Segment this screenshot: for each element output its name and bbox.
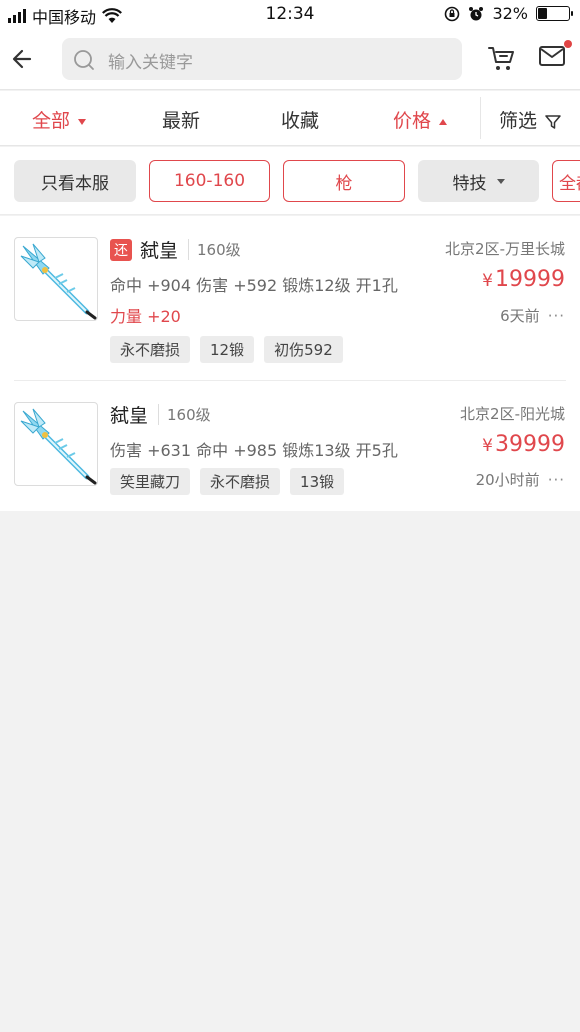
mail-icon [539, 46, 565, 66]
tag: 初伤592 [264, 336, 343, 363]
tab-favorites[interactable]: 收藏 [281, 106, 319, 133]
item-attributes: 伤害 +631 命中 +985 锻炼13级 开5孔 [110, 441, 398, 460]
item-tags: 永不磨损 12锻 初伤592 [110, 336, 343, 363]
chip-all[interactable]: 全都 [552, 160, 580, 202]
search-icon [74, 50, 94, 70]
cart-icon[interactable] [486, 43, 516, 73]
more-icon[interactable]: ··· [548, 471, 565, 489]
item-attributes: 命中 +904 伤害 +592 锻炼12级 开1孔 [110, 276, 398, 295]
item-tags: 笑里藏刀 永不磨损 13锻 [110, 468, 345, 495]
item-posted-time: 20小时前 [475, 471, 540, 489]
back-arrow-icon[interactable] [10, 44, 40, 74]
list-item[interactable]: 弑皇 160级 伤害 +631 命中 +985 锻炼13级 开5孔 笑里藏刀 永… [0, 381, 580, 511]
tab-price[interactable]: 价格 [393, 106, 448, 133]
search-input[interactable]: 输入关键字 [62, 38, 462, 80]
tag: 13锻 [290, 468, 345, 495]
chip-this-server-only[interactable]: 只看本服 [14, 160, 136, 202]
item-level: 160级 [188, 239, 241, 260]
item-price: ¥39999 [482, 432, 565, 457]
list-item[interactable]: 还 弑皇 160级 命中 +904 伤害 +592 锻炼12级 开1孔 力量 +… [0, 216, 580, 381]
unread-dot [564, 40, 572, 48]
battery-icon [536, 6, 573, 21]
tab-all[interactable]: 全部 [32, 106, 87, 133]
item-price: ¥19999 [482, 267, 565, 292]
spear-icon [20, 408, 97, 485]
filter-icon [545, 114, 561, 129]
top-bar: 输入关键字 [0, 30, 580, 90]
item-name: 弑皇 [140, 240, 179, 262]
chip-special-skill[interactable]: 特技 [418, 160, 539, 202]
dropdown-triangle-icon [78, 118, 87, 125]
sort-tabs: 全部 最新 收藏 价格 筛选 [0, 91, 580, 146]
rotation-lock-icon [445, 6, 460, 21]
tag: 12锻 [200, 336, 255, 363]
listing: 还 弑皇 160级 命中 +904 伤害 +592 锻炼12级 开1孔 力量 +… [0, 216, 580, 511]
battery-percent: 32% [492, 4, 528, 23]
chevron-down-icon [496, 178, 505, 184]
alarm-icon [469, 6, 484, 20]
item-name: 弑皇 [110, 405, 149, 427]
tag: 笑里藏刀 [110, 468, 191, 495]
item-bonus: 力量 +20 [110, 307, 181, 326]
tag: 永不磨损 [110, 336, 191, 363]
item-image [14, 402, 98, 486]
status-bar: 中国移动 12:34 32% [0, 0, 580, 30]
item-level: 160级 [158, 404, 211, 425]
filter-chips: 只看本服 160-160 枪 特技 全都 [0, 147, 580, 215]
item-title: 弑皇 160级 [110, 401, 211, 428]
tag: 永不磨损 [200, 468, 281, 495]
chip-weapon-type[interactable]: 枪 [283, 160, 405, 202]
sort-up-triangle-icon [439, 118, 448, 125]
spear-icon [20, 243, 97, 320]
item-title: 还 弑皇 160级 [110, 236, 241, 263]
item-server: 北京2区-阳光城 [460, 405, 565, 423]
more-icon[interactable]: ··· [548, 307, 565, 325]
tab-latest[interactable]: 最新 [162, 106, 200, 133]
item-server: 北京2区-万里长城 [445, 240, 565, 258]
tab-filter[interactable]: 筛选 [499, 106, 561, 133]
item-posted-time: 6天前 [500, 307, 540, 325]
message-button[interactable] [538, 40, 572, 72]
chip-level-range[interactable]: 160-160 [149, 160, 270, 202]
item-image [14, 237, 98, 321]
return-badge: 还 [110, 238, 132, 261]
search-placeholder: 输入关键字 [108, 53, 193, 73]
